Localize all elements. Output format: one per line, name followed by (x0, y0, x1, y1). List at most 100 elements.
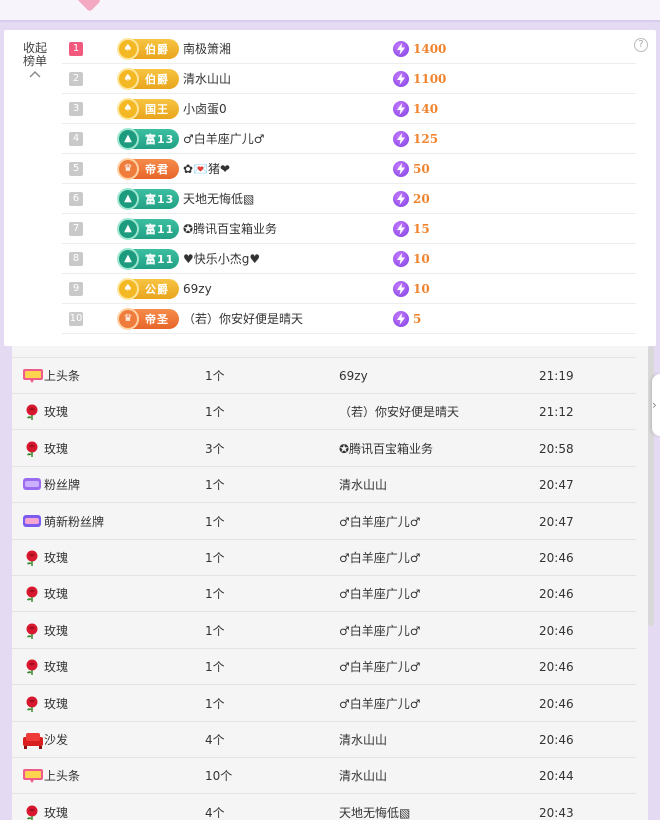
sender-name[interactable]: ♂白羊座广儿♂ (339, 576, 421, 612)
help-icon[interactable]: ? (634, 38, 648, 52)
sender-name[interactable]: 清水山山 (339, 467, 387, 503)
score: 1100 (393, 70, 447, 87)
rose-icon (22, 585, 42, 603)
gift-quantity: 4个 (205, 805, 225, 820)
sender-name[interactable]: ✪腾讯百宝箱业务 (339, 431, 433, 467)
badge-emblem-icon: ▲ (117, 187, 139, 210)
score: 15 (393, 220, 430, 237)
sofa-icon (22, 731, 43, 749)
badge-emblem-icon: ♛ (117, 157, 139, 180)
sender-name[interactable]: 69zy (339, 358, 368, 394)
user-name[interactable]: ♂白羊座广儿♂ (183, 130, 393, 147)
gift-quantity: 1个 (205, 623, 225, 638)
headline-icon (22, 767, 43, 785)
score: 50 (393, 160, 430, 177)
score: 1400 (393, 40, 446, 57)
level-badge: ♠ 国王 (117, 97, 179, 120)
badge-label: 富11 (145, 222, 175, 236)
record-row[interactable]: 沙发 4个 清水山山 20:46 (12, 722, 636, 758)
badge-emblem-icon: ▲ (117, 217, 139, 240)
gift-quantity: 1个 (205, 369, 225, 383)
rose-icon (22, 622, 42, 640)
sender-name[interactable]: ♂白羊座广儿♂ (339, 686, 421, 722)
user-name[interactable]: ✿💌猪❤ (183, 160, 393, 177)
score-value: 50 (413, 161, 430, 176)
score-value: 5 (413, 311, 422, 326)
score-value: 1100 (413, 71, 447, 86)
rank-number: 4 (69, 131, 83, 146)
sender-name[interactable]: ♂白羊座广儿♂ (339, 540, 421, 576)
user-name[interactable]: 天地无悔低▧ (183, 190, 393, 207)
sender-name[interactable]: 天地无悔低▧ (339, 795, 410, 820)
sender-name[interactable]: （若）你安好便是晴天 (339, 394, 459, 430)
sender-name[interactable]: ♂白羊座广儿♂ (339, 504, 421, 540)
record-row[interactable]: 上头条 1个 69zy 21:19 (12, 358, 636, 394)
record-row[interactable]: 玫瑰 1个 （若）你安好便是晴天 21:12 (12, 394, 636, 431)
record-row[interactable]: 玫瑰 1个 ♂白羊座广儿♂ 20:46 (12, 686, 636, 722)
rank-row[interactable]: 1 ♠ 伯爵 南极箫湘 1400 (62, 34, 636, 64)
record-row[interactable]: 萌新粉丝牌 1个 ♂白羊座广儿♂ 20:47 (12, 504, 636, 540)
rank-row[interactable]: 5 ♛ 帝君 ✿💌猪❤ 50 (62, 154, 636, 184)
record-row[interactable]: 玫瑰 1个 ♂白羊座广儿♂ 20:46 (12, 613, 636, 649)
gift-time: 20:58 (539, 441, 574, 456)
user-name[interactable]: ♥快乐小杰g♥ (183, 250, 393, 267)
rank-row[interactable]: 8 ▲ 富11 ♥快乐小杰g♥ 10 (62, 244, 636, 274)
record-row[interactable]: 玫瑰 1个 ♂白羊座广儿♂ 20:46 (12, 649, 636, 686)
rank-number: 7 (69, 221, 83, 236)
chevron-right-icon: › (652, 398, 657, 412)
rank-number: 1 (69, 41, 83, 56)
sender-name[interactable]: 清水山山 (339, 758, 387, 794)
user-name[interactable]: 南极箫湘 (183, 40, 393, 57)
user-name[interactable]: 小卤蛋0 (183, 100, 393, 117)
score-value: 140 (413, 101, 439, 116)
rank-row[interactable]: 3 ♠ 国王 小卤蛋0 140 (62, 94, 636, 124)
rank-number: 10 (69, 311, 83, 326)
rose-icon (22, 658, 42, 676)
rank-number: 8 (69, 251, 83, 266)
user-name[interactable]: 69zy (183, 282, 393, 296)
fan-badge-icon (22, 476, 42, 494)
score-value: 15 (413, 221, 430, 236)
lightning-icon (393, 130, 409, 147)
sender-name[interactable]: ♂白羊座广儿♂ (339, 649, 421, 685)
sender-name[interactable]: ♂白羊座广儿♂ (339, 613, 421, 649)
gift-name: 玫瑰 (44, 696, 69, 711)
gift-time: 20:47 (539, 478, 574, 493)
lightning-icon (393, 160, 409, 177)
record-row[interactable]: 玫瑰 3个 ✪腾讯百宝箱业务 20:58 (12, 431, 636, 467)
side-expand-tab[interactable]: › (652, 374, 660, 436)
badge-emblem-icon: ♠ (117, 277, 139, 300)
rank-row[interactable]: 2 ♠ 伯爵 清水山山 1100 (62, 64, 636, 94)
record-row[interactable]: 上头条 10个 清水山山 20:44 (12, 758, 636, 795)
user-name[interactable]: ✪腾讯百宝箱业务 (183, 220, 393, 237)
score-value: 125 (413, 131, 439, 146)
sender-name[interactable]: 清水山山 (339, 722, 387, 758)
record-row[interactable]: 玫瑰 1个 ♂白羊座广儿♂ 20:46 (12, 540, 636, 576)
rank-row[interactable]: 10 ♛ 帝圣 （若）你安好便是晴天 5 (62, 304, 636, 334)
badge-label: 帝圣 (145, 312, 169, 326)
badge-emblem-icon: ▲ (117, 247, 139, 270)
rank-row[interactable]: 9 ♠ 公爵 69zy 10 (62, 274, 636, 304)
collapse-leaderboard-button[interactable]: 收起榜单 (18, 42, 52, 78)
level-badge: ▲ 富11 (117, 217, 179, 240)
badge-emblem-icon: ♠ (117, 37, 139, 60)
record-row-partial (12, 346, 636, 358)
rank-number: 9 (69, 281, 83, 296)
record-row[interactable]: 玫瑰 4个 天地无悔低▧ 20:43 (12, 795, 636, 820)
score: 20 (393, 190, 430, 207)
lightning-icon (393, 190, 409, 207)
rank-row[interactable]: 7 ▲ 富11 ✪腾讯百宝箱业务 15 (62, 214, 636, 244)
gift-quantity: 3个 (205, 441, 225, 456)
user-name[interactable]: 清水山山 (183, 70, 393, 87)
record-row[interactable]: 粉丝牌 1个 清水山山 20:47 (12, 467, 636, 504)
gift-name: 玫瑰 (44, 660, 69, 675)
level-badge: ♛ 帝君 (117, 157, 179, 180)
rank-row[interactable]: 6 ▲ 富13 天地无悔低▧ 20 (62, 184, 636, 214)
record-row[interactable]: 玫瑰 1个 ♂白羊座广儿♂ 20:46 (12, 576, 636, 613)
top-header-strip (0, 0, 660, 22)
gift-quantity: 10个 (205, 769, 233, 784)
rank-row[interactable]: 4 ▲ 富13 ♂白羊座广儿♂ 125 (62, 124, 636, 154)
score-value: 10 (413, 281, 430, 296)
user-name[interactable]: （若）你安好便是晴天 (183, 310, 393, 327)
level-badge: ♠ 伯爵 (117, 67, 179, 90)
